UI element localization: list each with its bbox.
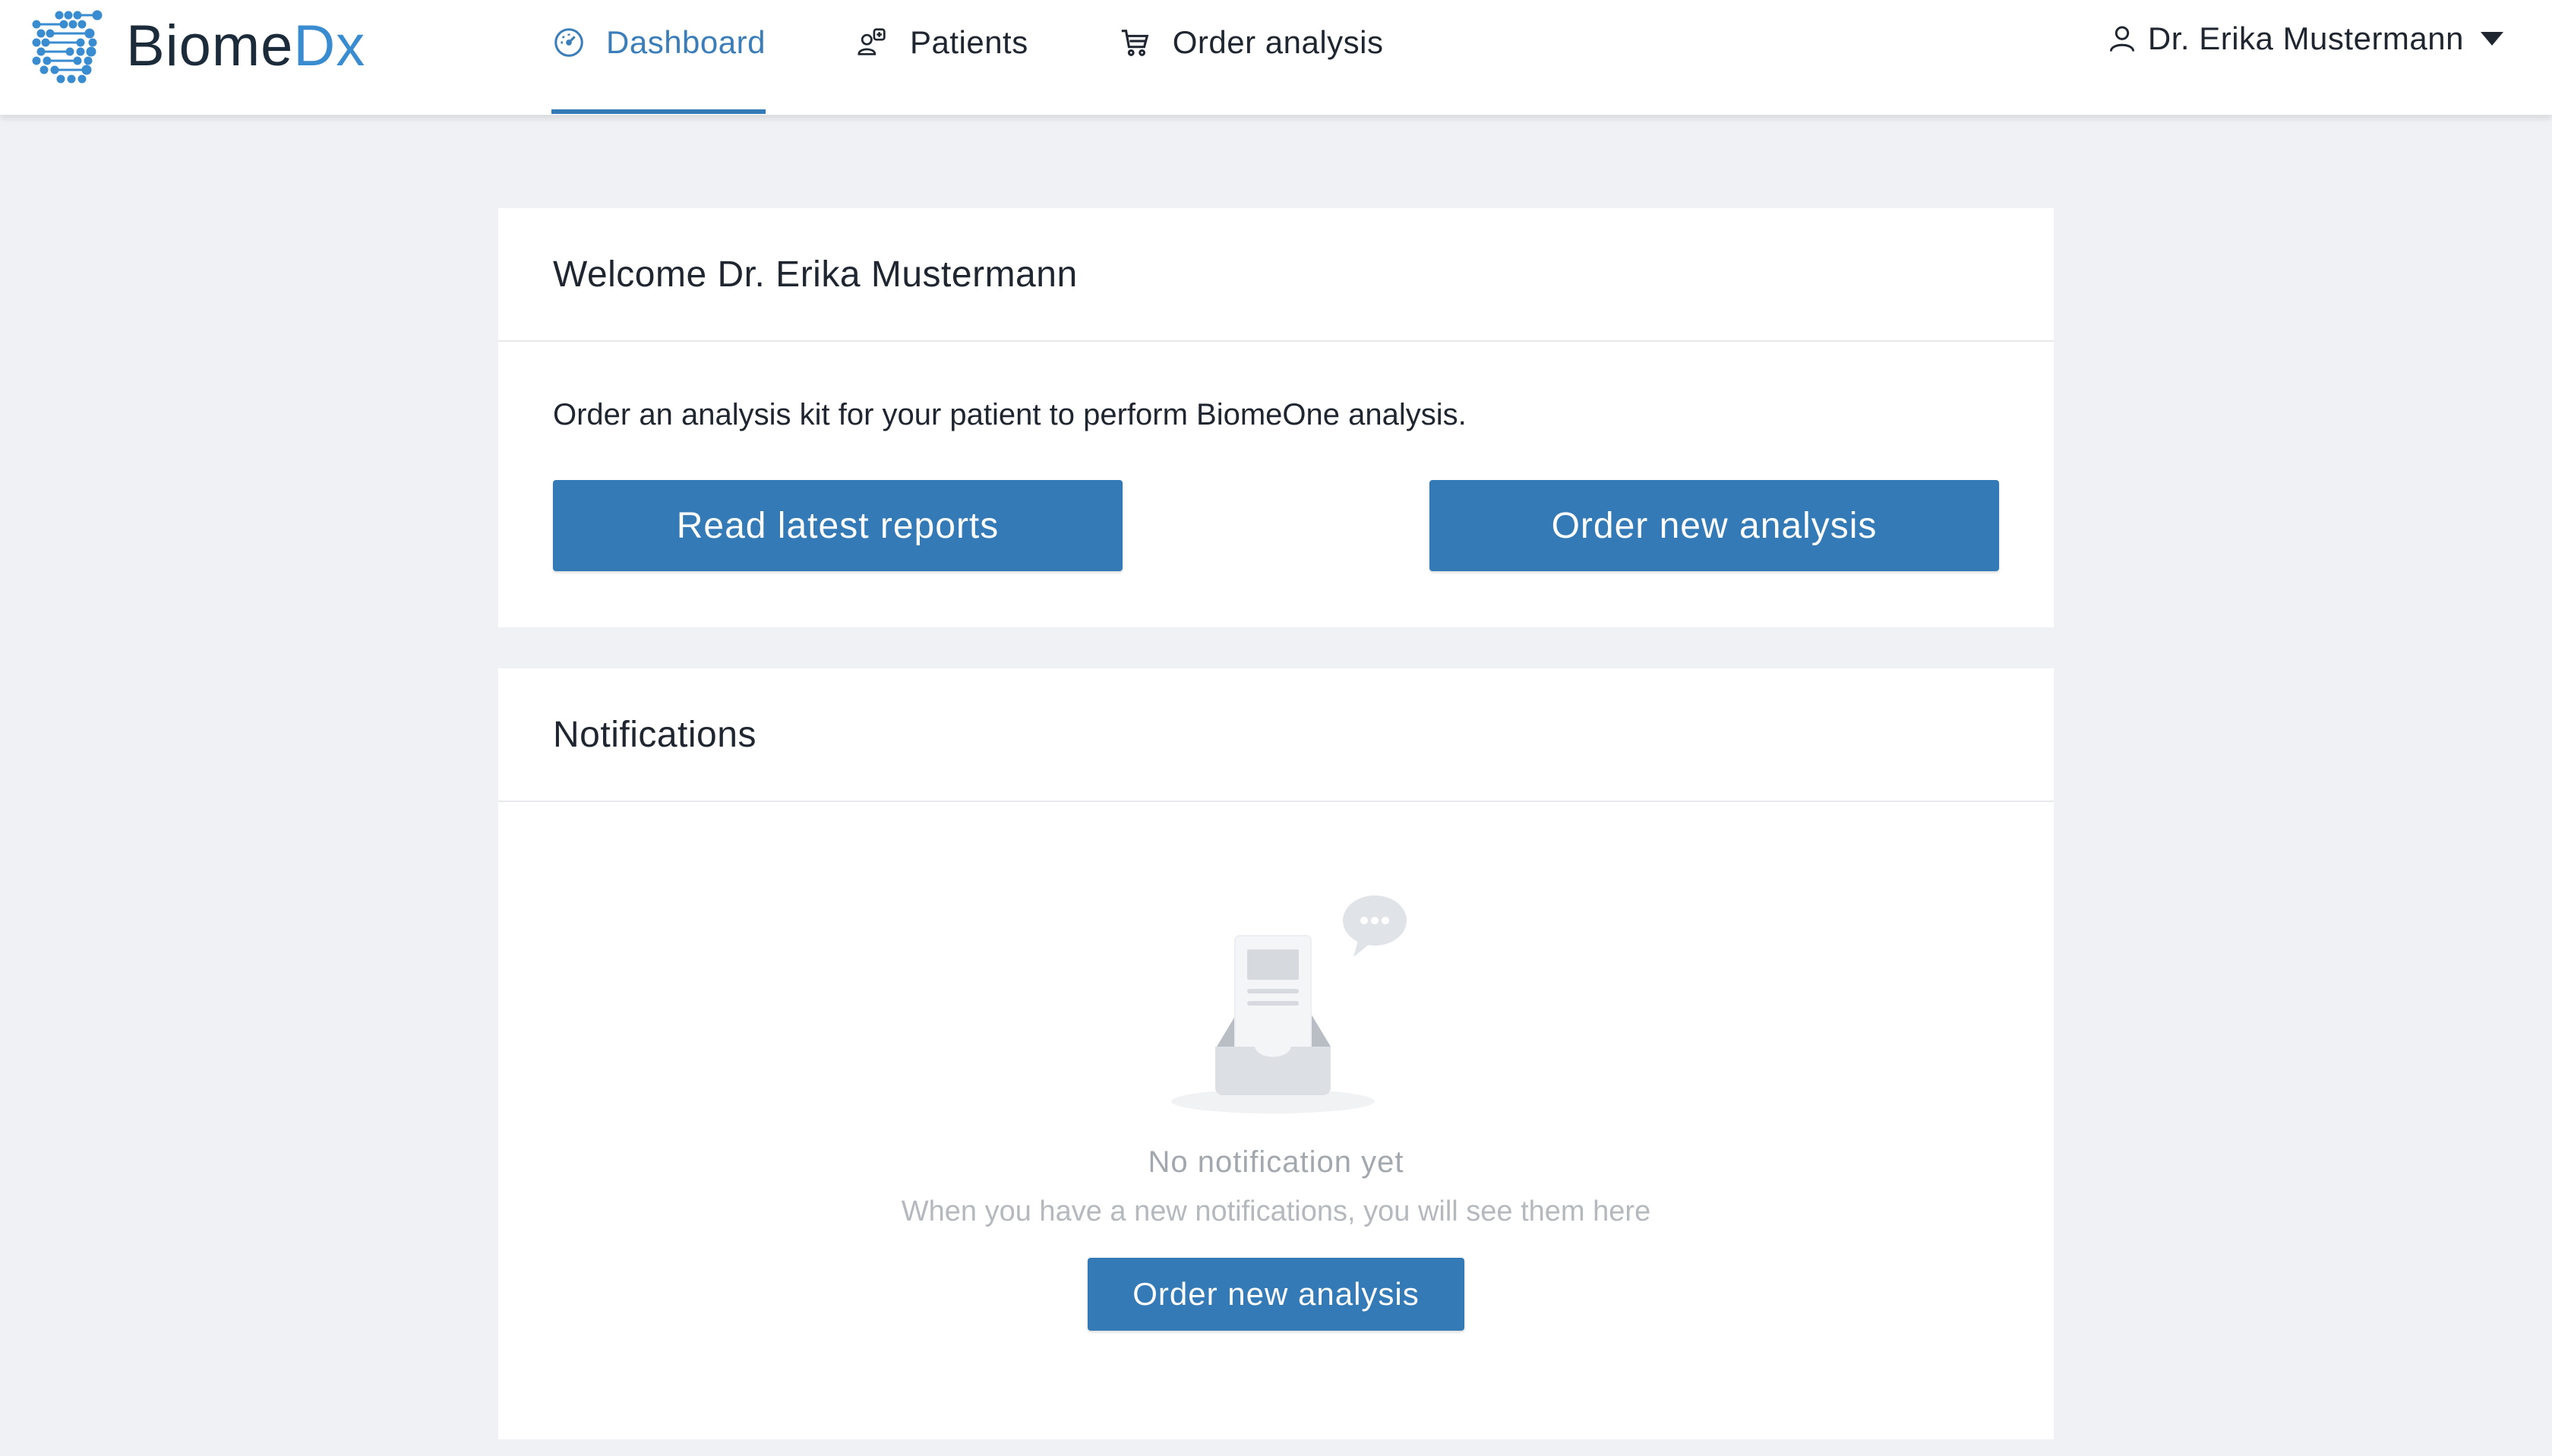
user-name: Dr. Erika Mustermann [2147, 21, 2464, 56]
empty-inbox-icon [1171, 895, 1407, 1113]
notifications-title: Notifications [553, 714, 756, 755]
notifications-card: Notifications No notification yet When y… [498, 668, 2054, 1439]
welcome-card-body: Order an analysis kit for your patient t… [498, 342, 2054, 626]
biomedx-logo-icon [32, 10, 103, 84]
brand-name-part1: Biome [126, 13, 294, 78]
order-new-analysis-button[interactable]: Order new analysis [1429, 480, 1999, 571]
nav-label-dashboard: Dashboard [606, 24, 766, 60]
read-latest-reports-button[interactable]: Read latest reports [553, 480, 1123, 571]
nav-item-dashboard[interactable]: Dashboard [551, 0, 766, 114]
chevron-down-icon [2481, 32, 2503, 46]
user-icon [2109, 26, 2135, 52]
cart-icon [1121, 30, 1149, 56]
empty-state-message: When you have a new notifications, you w… [901, 1195, 1651, 1227]
order-new-analysis-button-secondary[interactable]: Order new analysis [1088, 1258, 1464, 1331]
welcome-message: Order an analysis kit for your patient t… [553, 398, 1467, 431]
nav-label-patients: Patients [909, 24, 1028, 60]
notifications-card-header: Notifications [498, 668, 2054, 802]
nav-label-order-analysis: Order analysis [1172, 24, 1384, 60]
user-menu-dropdown[interactable]: Dr. Erika Mustermann [2105, 15, 2503, 62]
brand-name-part2: Dx [293, 13, 366, 78]
dashboard-gauge-icon [554, 28, 583, 57]
welcome-title: Welcome Dr. Erika Mustermann [553, 254, 1078, 295]
brand-name: Biome Dx [126, 13, 365, 79]
patients-icon [858, 28, 886, 55]
welcome-card: Welcome Dr. Erika Mustermann Order an an… [498, 208, 2054, 627]
top-navbar: Biome Dx Dashboard Patients Order analys… [0, 0, 2552, 115]
nav-item-order-analysis[interactable]: Order analysis [1118, 0, 1384, 85]
brand-logo[interactable]: Biome Dx [30, 8, 365, 84]
notifications-card-body: No notification yet When you have a new … [498, 802, 2054, 1438]
main-nav: Dashboard Patients Order analysis [551, 0, 1473, 115]
empty-state-title: No notification yet [1148, 1145, 1404, 1179]
welcome-card-header: Welcome Dr. Erika Mustermann [498, 208, 2054, 342]
nav-item-patients[interactable]: Patients [855, 0, 1028, 85]
